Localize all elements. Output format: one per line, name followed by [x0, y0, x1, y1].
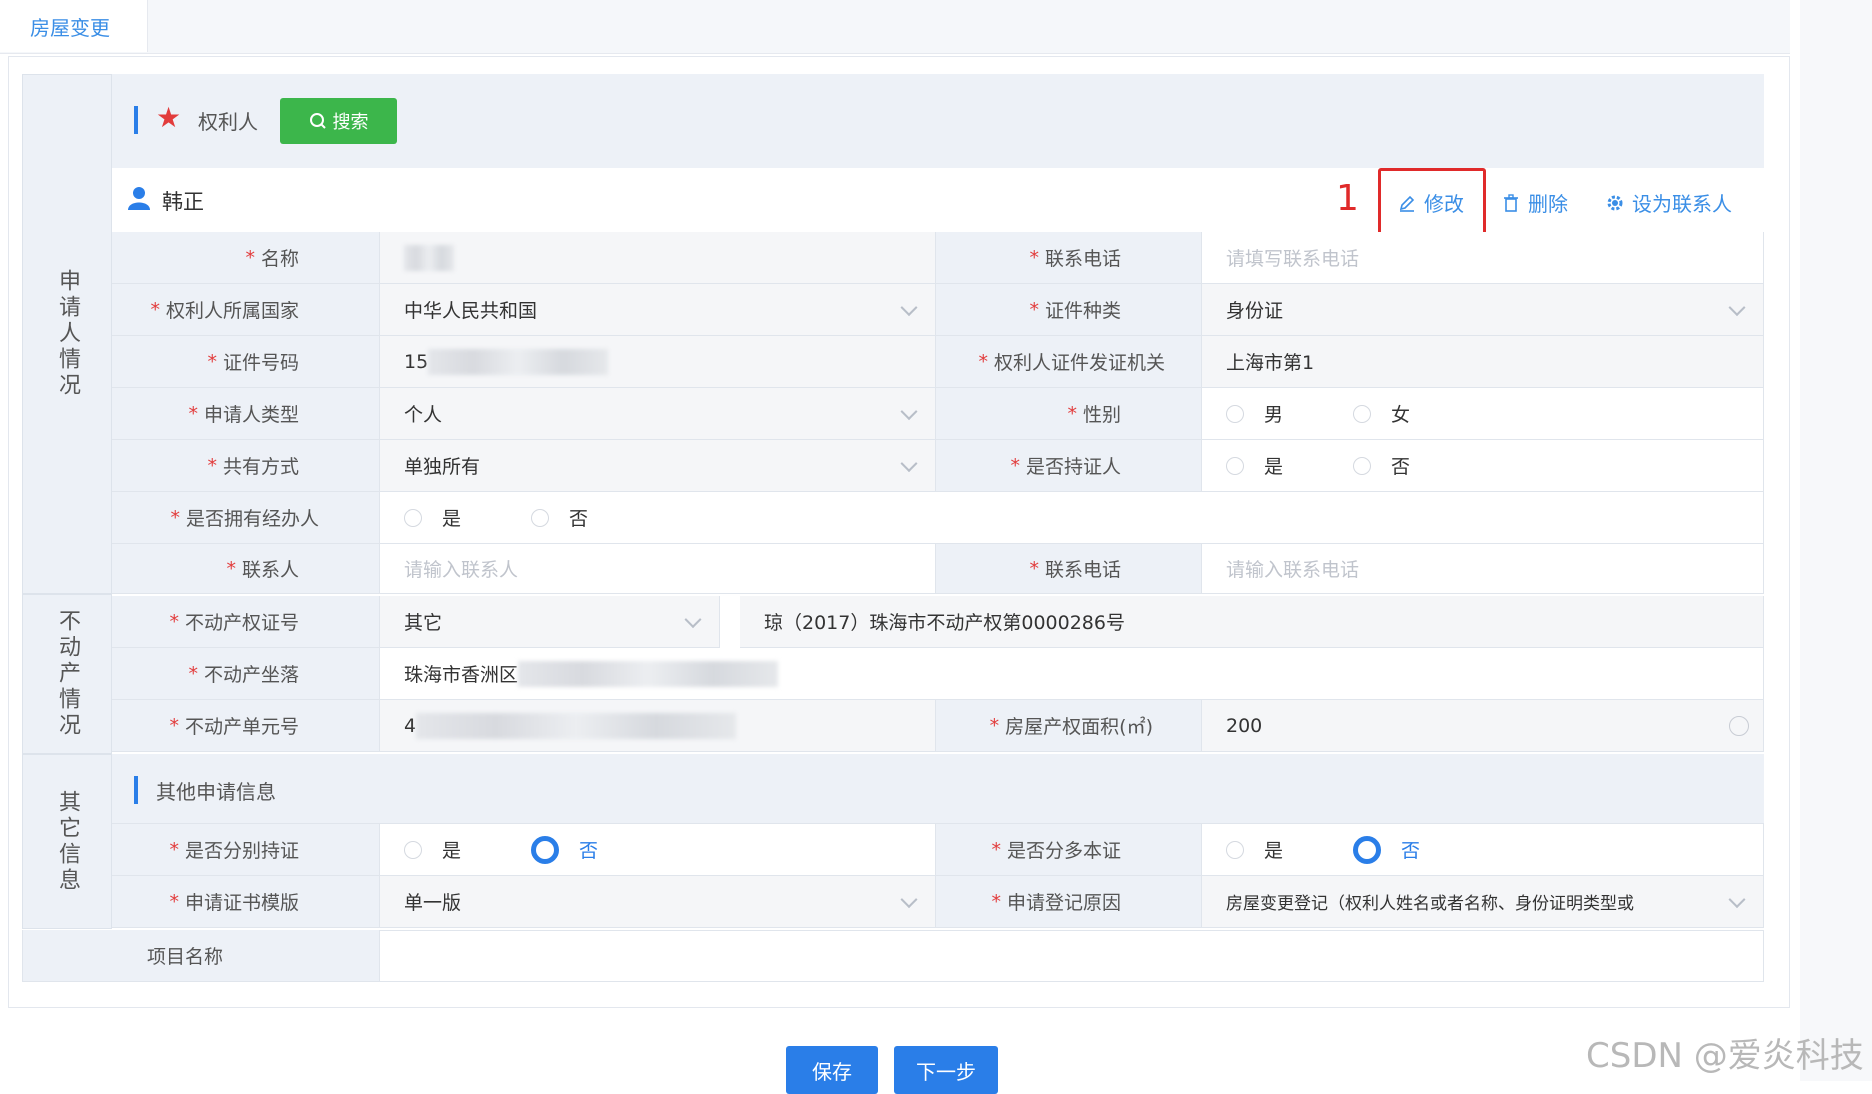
person-name: 韩正: [162, 190, 204, 214]
chevron-down-icon: [900, 890, 918, 908]
edit-icon: [1399, 195, 1415, 212]
area-label: * 房屋产权面积(㎡): [936, 700, 1202, 752]
agent-no-radio[interactable]: [531, 508, 550, 527]
next-label: 下一步: [916, 1059, 976, 1084]
id-type-select[interactable]: 身份证: [1202, 284, 1764, 336]
reason-label: * 申请登记原因: [936, 876, 1202, 928]
star-icon: ★: [156, 101, 182, 134]
contact-label: * 联系人: [112, 544, 380, 594]
section-property-label: 不动产情况: [55, 609, 80, 739]
cert-template-label: * 申请证书模版: [112, 876, 380, 928]
agent-radio-group[interactable]: 是 否: [380, 492, 1764, 544]
section-applicant: 申请人情况: [22, 74, 112, 594]
holder-no-radio[interactable]: [1353, 456, 1372, 475]
contact-phone-input[interactable]: 请输入联系电话: [1202, 544, 1764, 594]
delete-button[interactable]: 删除: [1502, 188, 1568, 217]
cert-type-select[interactable]: 其它: [380, 596, 720, 648]
issuer-label: * 权利人证件发证机关: [936, 336, 1202, 388]
holder-yes-radio[interactable]: [1226, 456, 1244, 475]
section-other: 其它信息: [22, 754, 112, 929]
project-name-input[interactable]: [380, 930, 1764, 982]
search-icon: [309, 113, 326, 129]
edit-button[interactable]: 修改: [1398, 188, 1464, 217]
phone-input[interactable]: 请填写联系电话: [1202, 232, 1764, 284]
right-scroll-strip: [1800, 0, 1872, 1081]
tab-house-change[interactable]: 房屋变更: [0, 0, 148, 52]
country-label: * 权利人所属国家: [112, 284, 380, 336]
tab-label: 房屋变更: [30, 15, 110, 40]
share-label: * 共有方式: [112, 440, 380, 492]
chevron-down-icon: [900, 402, 918, 420]
clear-icon[interactable]: [1729, 716, 1749, 736]
project-name-label: 项目名称: [22, 930, 380, 982]
section-marker: [134, 776, 138, 804]
unit-no-label: * 不动产单元号: [112, 700, 380, 752]
multi-cert-yes-radio[interactable]: [1226, 840, 1244, 859]
edit-label: 修改: [1424, 192, 1464, 216]
area-field[interactable]: 200: [1202, 700, 1764, 752]
phone-label: * 联系电话: [936, 232, 1202, 284]
other-info-header: [112, 754, 1764, 824]
search-button-label: 搜索: [332, 112, 369, 133]
separate-cert-radio-group[interactable]: 是 否: [380, 824, 936, 876]
contact-phone-label: * 联系电话: [936, 544, 1202, 594]
name-label: * 名称: [112, 232, 380, 284]
delete-label: 删除: [1528, 192, 1568, 216]
set-contact-label: 设为联系人: [1632, 192, 1732, 216]
share-select[interactable]: 单独所有: [380, 440, 936, 492]
save-label: 保存: [812, 1059, 852, 1084]
gender-female-radio[interactable]: [1353, 404, 1372, 423]
separate-cert-label: * 是否分别持证: [112, 824, 380, 876]
chevron-down-icon: [1728, 298, 1746, 316]
gender-male-radio[interactable]: [1226, 404, 1244, 423]
gender-radio-group[interactable]: 男 女: [1202, 388, 1764, 440]
trash-icon: [1504, 193, 1518, 212]
obligee-label: 权利人: [198, 110, 258, 134]
gear-icon: [1607, 195, 1623, 210]
location-label: * 不动产坐落: [112, 648, 380, 700]
reason-select[interactable]: 房屋变更登记（权利人姓名或者名称、身份证明类型或: [1202, 876, 1764, 928]
multi-cert-radio-group[interactable]: 是 否: [1202, 824, 1764, 876]
set-contact-button[interactable]: 设为联系人: [1606, 188, 1732, 217]
location-field[interactable]: 珠海市香洲区: [380, 648, 1764, 700]
section-applicant-label: 申请人情况: [55, 269, 80, 399]
other-section-title: 其他申请信息: [156, 780, 276, 804]
id-type-label: * 证件种类: [936, 284, 1202, 336]
multi-cert-label: * 是否分多本证: [936, 824, 1202, 876]
cert-no-label: * 不动产权证号: [112, 596, 380, 648]
chevron-down-icon: [1728, 890, 1746, 908]
chevron-down-icon: [900, 298, 918, 316]
chevron-down-icon: [684, 610, 702, 628]
save-button[interactable]: 保存: [786, 1046, 878, 1094]
watermark: CSDN @爱炎科技: [1586, 1036, 1864, 1076]
id-no-label: * 证件号码: [112, 336, 380, 388]
section-property: 不动产情况: [22, 594, 112, 754]
applicant-type-label: * 申请人类型: [112, 388, 380, 440]
chevron-down-icon: [900, 454, 918, 472]
search-button[interactable]: 搜索: [280, 98, 397, 144]
gender-label: * 性别: [936, 388, 1202, 440]
cert-template-select[interactable]: 单一版: [380, 876, 936, 928]
name-field[interactable]: [380, 232, 936, 284]
unit-no-field[interactable]: 4: [380, 700, 936, 752]
id-no-field[interactable]: 15: [380, 336, 936, 388]
user-icon: [128, 186, 150, 215]
contact-input[interactable]: 请输入联系人: [380, 544, 936, 594]
next-button[interactable]: 下一步: [894, 1046, 998, 1094]
section-other-label: 其它信息: [55, 789, 80, 894]
separate-cert-yes-radio[interactable]: [404, 840, 422, 859]
applicant-type-select[interactable]: 个人: [380, 388, 936, 440]
multi-cert-no-radio[interactable]: [1353, 835, 1382, 864]
holder-label: * 是否持证人: [936, 440, 1202, 492]
agent-label: * 是否拥有经办人: [112, 492, 380, 544]
agent-yes-radio[interactable]: [404, 508, 422, 527]
separate-cert-no-radio[interactable]: [531, 835, 560, 864]
country-select[interactable]: 中华人民共和国: [380, 284, 936, 336]
top-tab-bar: [0, 0, 1790, 54]
holder-radio-group[interactable]: 是 否: [1202, 440, 1764, 492]
section-marker: [134, 106, 138, 134]
cert-no-field[interactable]: 琼（2017）珠海市不动产权第0000286号: [740, 596, 1764, 648]
issuer-field[interactable]: 上海市第1: [1202, 336, 1764, 388]
annotation-marker: 1: [1336, 178, 1359, 219]
